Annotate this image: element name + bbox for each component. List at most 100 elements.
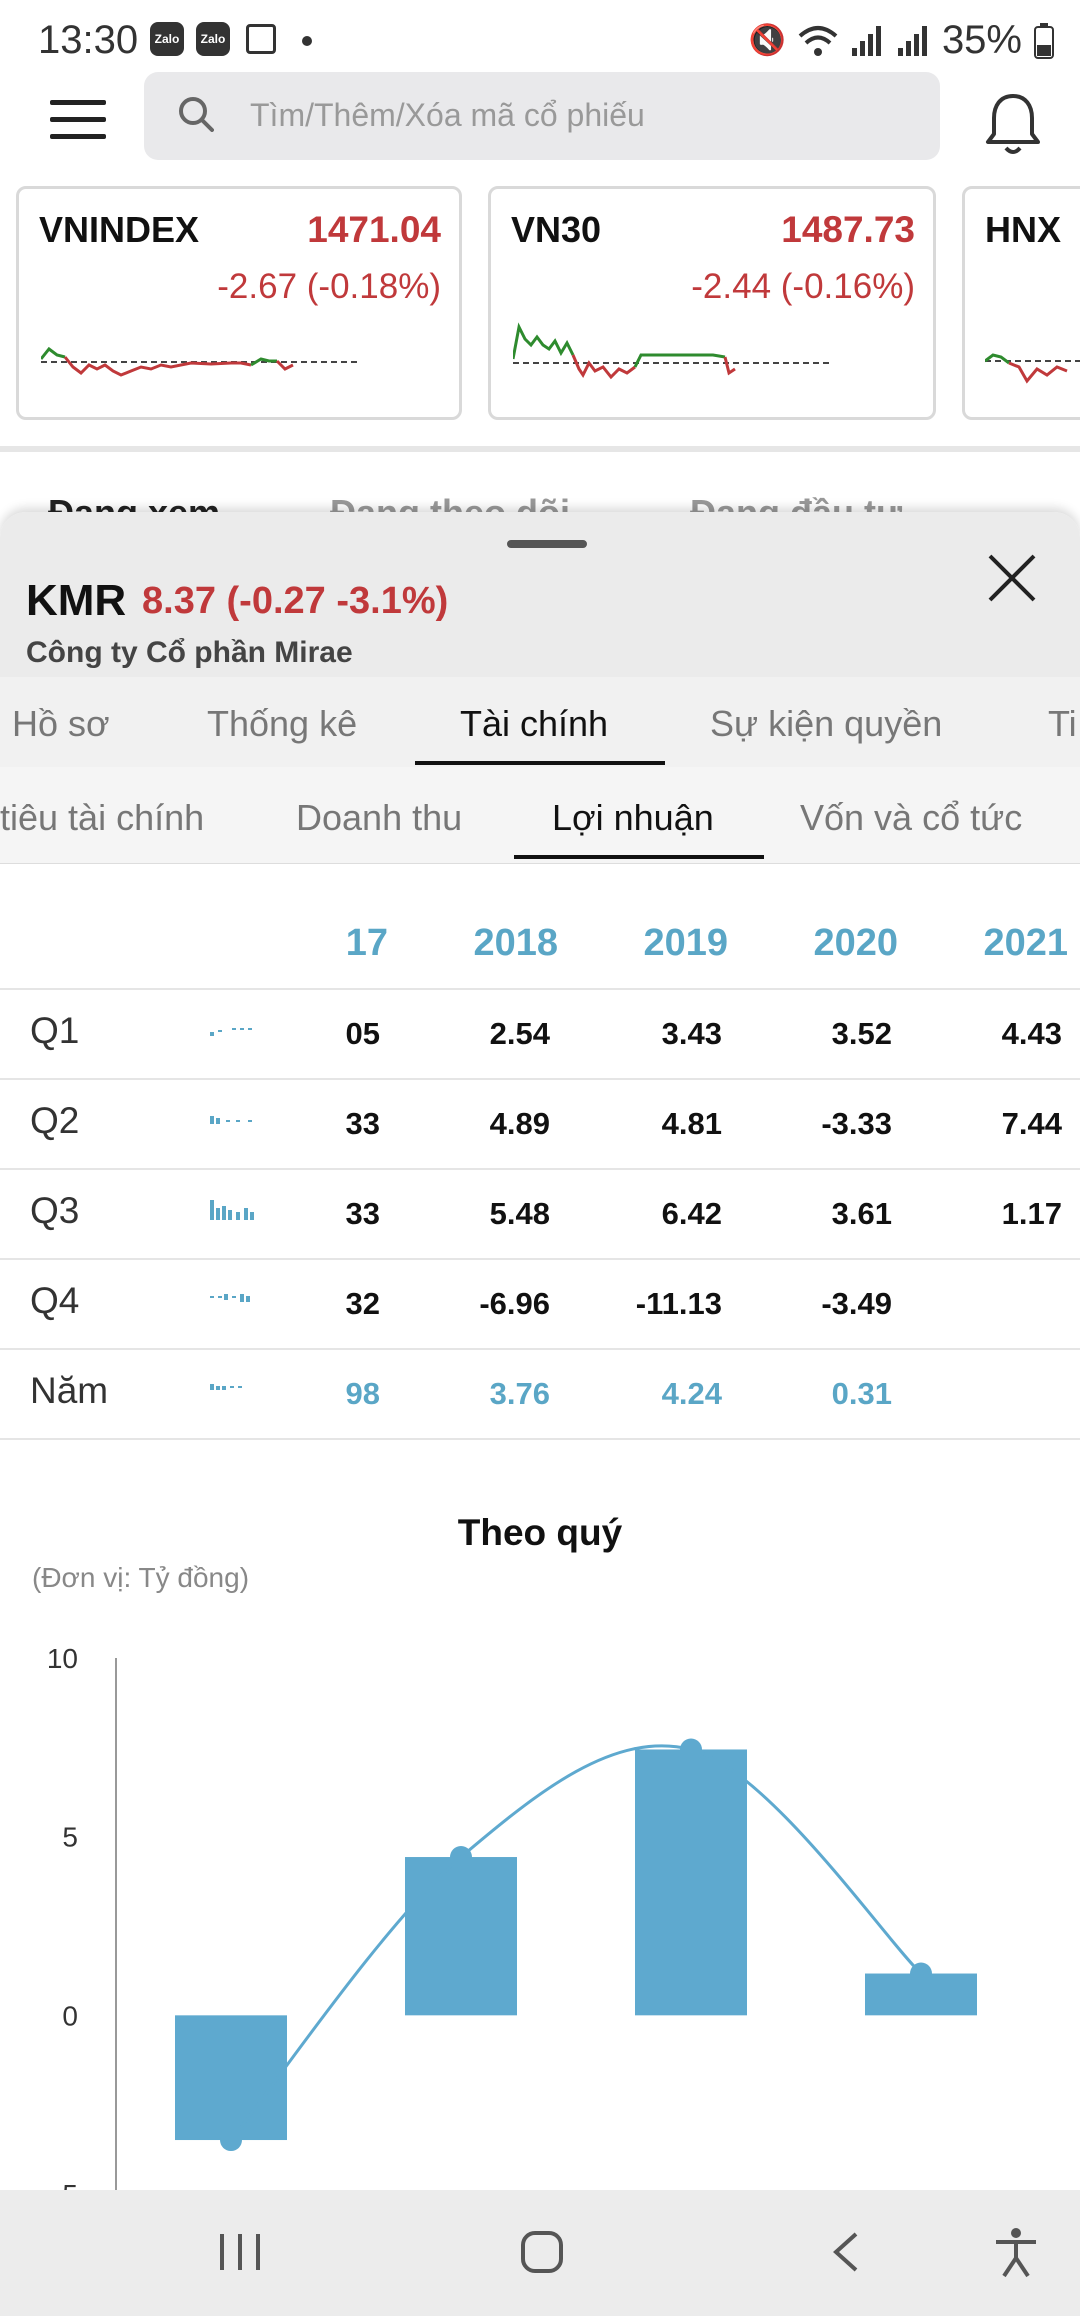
hamburger-menu-icon[interactable] [50, 100, 106, 144]
main-tabs: Hồ sơ Thống kê Tài chính Sự kiện quyền T… [0, 677, 1080, 768]
search-icon [179, 97, 214, 132]
table-cell: 3.43 [661, 1016, 722, 1051]
table-cell: 4.43 [1001, 1016, 1062, 1051]
close-icon[interactable] [986, 552, 1038, 604]
table-cell: 2.54 [489, 1016, 550, 1051]
home-icon[interactable] [520, 2230, 564, 2274]
row-label: Q4 [30, 1280, 80, 1321]
table-cell: -6.96 [479, 1286, 550, 1321]
trend-line [229, 1744, 923, 2141]
column-header: 2019 [643, 922, 728, 964]
tab-more[interactable]: Ti [1048, 703, 1077, 745]
chart-bar [635, 1749, 747, 2016]
bell-icon[interactable] [984, 92, 1042, 158]
status-time: 13:30 [38, 18, 139, 62]
table-cell: 3.76 [489, 1376, 550, 1411]
table-cell: 0.31 [831, 1376, 892, 1411]
row-label: Q2 [30, 1100, 80, 1141]
chart-point [910, 1962, 932, 1985]
index-card-vn30[interactable]: VN30 1487.73 -2.44 (-0.16%) [488, 186, 936, 420]
table-cell: 33 [345, 1106, 380, 1141]
index-change: -2.67 (-0.18%) [217, 267, 441, 306]
divider [0, 1258, 1080, 1260]
mini-chart-icon [210, 1200, 254, 1220]
index-price: 1487.73 [781, 209, 915, 250]
chart-bar [405, 1857, 517, 2016]
table-cell: 6.42 [661, 1196, 722, 1231]
chart-unit-label: (Đơn vị: Tỷ đồng) [32, 1562, 250, 1593]
index-sparkline [985, 353, 1080, 384]
gallery-icon [246, 24, 276, 54]
index-change: -2.44 (-0.16%) [691, 267, 915, 306]
table-cell: 4.81 [661, 1106, 722, 1141]
column-header: 17 [345, 922, 388, 964]
mini-chart-icon [210, 1116, 252, 1124]
system-navigation-bar [0, 2190, 1080, 2316]
y-tick-label: 10 [47, 1643, 78, 1674]
sub-tabs: tiêu tài chính Doanh thu Lợi nhuận Vốn v… [0, 767, 1080, 864]
table-cell: 98 [345, 1376, 380, 1411]
signal-icon [897, 25, 927, 56]
company-name: Công ty Cổ phần Mirae [26, 636, 353, 669]
tab-su-kien-quyen[interactable]: Sự kiện quyền [710, 703, 942, 745]
accessibility-icon[interactable] [992, 2226, 1040, 2278]
mini-chart-icon [210, 1028, 252, 1036]
mute-icon: 🔇 [748, 24, 786, 57]
table-cell: 05 [345, 1016, 380, 1051]
tab-tai-chinh[interactable]: Tài chính [460, 703, 608, 745]
chart-point [680, 1738, 702, 1761]
tab-doanh-thu[interactable]: Doanh thu [296, 797, 462, 839]
chart-point [450, 1846, 472, 1869]
stock-ticker: KMR [26, 576, 127, 625]
divider [0, 446, 1080, 452]
status-bar: 13:30 Zalo Zalo 🔇 35% [0, 0, 1080, 80]
recent-apps-icon[interactable] [218, 2232, 262, 2272]
quarterly-profit-chart: 1050-5 [47, 1643, 977, 2192]
back-icon[interactable] [830, 2230, 860, 2274]
index-name: VNINDEX [39, 209, 200, 250]
table-cell: -11.13 [635, 1286, 722, 1321]
stock-price-change: 8.37 (-0.27 -3.1%) [142, 580, 449, 622]
chart-title: Theo quý [457, 1512, 623, 1553]
battery-percent: 35% [941, 18, 1022, 62]
index-card-hnx[interactable]: HNX [962, 186, 1080, 420]
tab-ho-so[interactable]: Hồ sơ [12, 703, 110, 745]
column-header: 2021 [983, 922, 1068, 964]
signal-icon [851, 25, 881, 56]
mini-chart-icon [210, 1294, 250, 1302]
tab-loi-nhuan[interactable]: Lợi nhuận [552, 797, 714, 839]
index-sparkline [41, 346, 361, 377]
zalo-icon: Zalo [150, 22, 184, 56]
index-card-vnindex[interactable]: VNINDEX 1471.04 -2.67 (-0.18%) [16, 186, 462, 420]
table-cell: 3.61 [831, 1196, 892, 1231]
index-sparkline [513, 322, 833, 380]
index-name: HNX [985, 209, 1062, 250]
table-cell: 4.24 [661, 1376, 722, 1411]
drag-handle[interactable] [507, 540, 587, 548]
divider [0, 1348, 1080, 1350]
active-tab-indicator [415, 761, 665, 765]
status-right: 🔇 35% [749, 18, 1054, 63]
column-header: 2018 [473, 922, 558, 964]
zalo-icon: Zalo [196, 22, 230, 56]
search-placeholder: Tìm/Thêm/Xóa mã cổ phiếu [250, 97, 645, 133]
wifi-icon [798, 25, 838, 56]
table-cell: 3.52 [831, 1016, 892, 1051]
notification-dot-icon [302, 36, 312, 46]
y-tick-label: 0 [62, 2000, 78, 2031]
table-cell: 7.44 [1001, 1106, 1062, 1141]
table-cell: -3.33 [821, 1106, 892, 1141]
table-cell: 32 [345, 1286, 380, 1321]
divider [0, 1438, 1080, 1440]
divider [0, 1168, 1080, 1170]
tab-von-va-co-tuc[interactable]: Vốn và cổ tức [800, 797, 1022, 839]
row-label: Q1 [30, 1010, 80, 1051]
y-tick-label: 5 [62, 1822, 78, 1853]
table-cell: -3.49 [821, 1286, 892, 1321]
tab-chi-tieu-tai-chinh[interactable]: tiêu tài chính [0, 797, 204, 839]
tab-thong-ke[interactable]: Thống kê [207, 703, 357, 745]
sheet-header: KMR 8.37 (-0.27 -3.1%) Công ty Cổ phần M… [0, 512, 1080, 677]
table-cell: 5.48 [489, 1196, 550, 1231]
active-subtab-indicator [514, 855, 764, 859]
mini-chart-icon [210, 1384, 242, 1390]
